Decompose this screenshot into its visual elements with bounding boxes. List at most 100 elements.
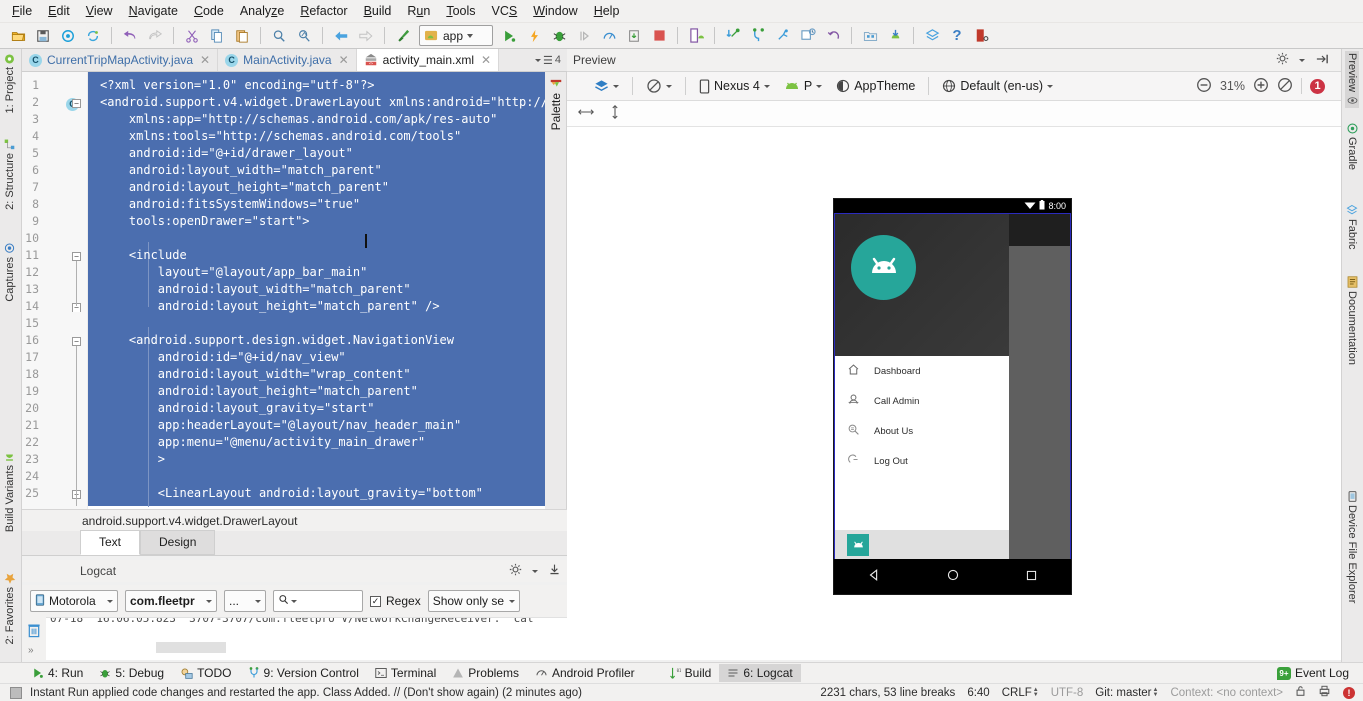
attach-debugger-icon[interactable] bbox=[622, 25, 646, 47]
tab-activity-main-xml[interactable]: <> activity_main.xml ✕ bbox=[356, 49, 500, 71]
tab-text[interactable]: Text bbox=[80, 530, 141, 555]
menu-help[interactable]: Help bbox=[586, 2, 628, 20]
refresh-icon[interactable] bbox=[81, 25, 105, 47]
width-constraint-icon[interactable] bbox=[577, 106, 595, 121]
close-icon[interactable]: ✕ bbox=[339, 53, 349, 67]
toolwindow-build[interactable]: 01 Build bbox=[661, 664, 720, 682]
step-icon[interactable] bbox=[572, 25, 596, 47]
avd-manager-icon[interactable] bbox=[684, 25, 708, 47]
sidebar-item-build-variants[interactable]: Build Variants bbox=[3, 449, 17, 534]
layers-icon[interactable] bbox=[920, 25, 944, 47]
vcs-update-icon[interactable] bbox=[721, 25, 745, 47]
fold-toggle-2[interactable]: − bbox=[72, 99, 81, 108]
sdk-manager-icon[interactable] bbox=[883, 25, 907, 47]
locale-selector[interactable]: Default (en-us) bbox=[937, 77, 1058, 95]
vcs-revert-icon[interactable] bbox=[821, 25, 845, 47]
fold-toggle-11[interactable]: − bbox=[72, 252, 81, 261]
preview-canvas[interactable]: 8:00 Dashboard Call Admin About Us Log O… bbox=[567, 127, 1341, 660]
sidebar-item-project[interactable]: 1: Project bbox=[3, 51, 17, 115]
logcat-hide-icon[interactable] bbox=[548, 563, 561, 579]
open-folder-icon[interactable] bbox=[6, 25, 30, 47]
back-icon[interactable] bbox=[329, 25, 353, 47]
sidebar-item-preview[interactable]: Preview bbox=[1345, 51, 1359, 109]
close-icon[interactable]: ✕ bbox=[481, 53, 491, 67]
caret-position[interactable]: 6:40 bbox=[967, 687, 989, 699]
toolwindow-version-control[interactable]: 9: Version Control bbox=[240, 664, 367, 682]
logcat-output[interactable]: 07-18 16:06:05.823 3707-3707/com.fleetpr… bbox=[46, 617, 567, 660]
tab-design[interactable]: Design bbox=[140, 530, 216, 555]
lock-icon[interactable] bbox=[1295, 685, 1306, 700]
tab-currenttripmapactivity[interactable]: C CurrentTripMapActivity.java ✕ bbox=[22, 49, 219, 71]
device-nav-bar[interactable] bbox=[834, 559, 1071, 594]
stop-icon[interactable] bbox=[647, 25, 671, 47]
sync-icon[interactable] bbox=[56, 25, 80, 47]
drawer-menu-item[interactable]: About Us bbox=[835, 416, 1009, 446]
help-icon[interactable]: ? bbox=[945, 25, 969, 47]
orientation-selector[interactable] bbox=[641, 76, 677, 96]
logcat-search-input[interactable] bbox=[273, 590, 363, 612]
menu-build[interactable]: Build bbox=[356, 2, 400, 20]
toolwindow-todo[interactable]: TODO bbox=[172, 664, 239, 682]
drawer-menu-item[interactable]: Log Out bbox=[835, 446, 1009, 476]
vcs-diff-icon[interactable] bbox=[796, 25, 820, 47]
apply-changes-icon[interactable] bbox=[522, 25, 546, 47]
clear-logcat-icon[interactable] bbox=[27, 623, 41, 641]
error-indicator-icon[interactable]: ! bbox=[1343, 686, 1355, 699]
event-log-button[interactable]: 9+ Event Log bbox=[1269, 664, 1357, 682]
chevron-down-icon[interactable] bbox=[467, 33, 474, 38]
device-selector[interactable]: Nexus 4 bbox=[694, 77, 775, 96]
menu-refactor[interactable]: Refactor bbox=[292, 2, 355, 20]
drawer-menu-list[interactable]: Dashboard Call Admin About Us Log Out bbox=[835, 356, 1009, 476]
toolwindow-problems[interactable]: Problems bbox=[444, 664, 527, 682]
api-level-selector[interactable]: P bbox=[779, 77, 827, 95]
module-selector[interactable]: app bbox=[419, 25, 493, 46]
regex-toggle[interactable]: ✓ Regex bbox=[370, 594, 421, 608]
logcat-settings-icon[interactable] bbox=[509, 563, 522, 579]
toolwindow-logcat[interactable]: 6: Logcat bbox=[719, 664, 801, 682]
menu-navigate[interactable]: Navigate bbox=[121, 2, 186, 20]
zoom-in-button[interactable] bbox=[1253, 77, 1269, 96]
preview-settings-icon[interactable] bbox=[1276, 52, 1289, 68]
filter-selector[interactable]: Show only se bbox=[427, 590, 520, 612]
find-icon[interactable] bbox=[267, 25, 291, 47]
sidebar-item-device-file-explorer[interactable]: Device File Explorer bbox=[1345, 489, 1359, 605]
debug-icon[interactable] bbox=[547, 25, 571, 47]
toolwindow-debug[interactable]: 5: Debug bbox=[91, 664, 172, 682]
chevron-down-icon[interactable] bbox=[532, 569, 538, 573]
menu-view[interactable]: View bbox=[78, 2, 121, 20]
regex-checkbox[interactable]: ✓ bbox=[370, 595, 381, 607]
tab-overflow-button[interactable]: ☰ 4 bbox=[535, 49, 567, 71]
profiler-gauge-icon[interactable] bbox=[597, 25, 621, 47]
forward-icon[interactable] bbox=[354, 25, 378, 47]
zoom-out-button[interactable] bbox=[1196, 77, 1212, 96]
toolwindow-run[interactable]: 4: Run bbox=[24, 664, 91, 682]
recents-square-icon[interactable] bbox=[1025, 569, 1038, 585]
render-error-badge[interactable]: 1 bbox=[1310, 78, 1325, 94]
editor-gutter[interactable]: 1 2 3 4 5 6 7 8 9 10 11 12 13 14 15 16 17 18 19 20 21 22 23 24 2… bbox=[22, 72, 88, 509]
toolwindow-terminal[interactable]: Terminal bbox=[367, 664, 444, 682]
build-hammer-icon[interactable] bbox=[391, 25, 415, 47]
tab-mainactivity[interactable]: C MainActivity.java ✕ bbox=[218, 49, 357, 71]
code-editor[interactable]: 1 2 3 4 5 6 7 8 9 10 11 12 13 14 15 16 17 18 19 20 21 22 23 24 2… bbox=[22, 72, 567, 509]
cut-icon[interactable] bbox=[180, 25, 204, 47]
zoom-fit-button[interactable] bbox=[1277, 77, 1293, 96]
sidebar-item-gradle[interactable]: Gradle bbox=[1345, 121, 1359, 172]
device-explorer-icon[interactable] bbox=[970, 25, 994, 47]
copy-icon[interactable] bbox=[205, 25, 229, 47]
undo-icon[interactable] bbox=[118, 25, 142, 47]
chevron-down-icon[interactable] bbox=[1299, 58, 1305, 62]
sidebar-item-fabric[interactable]: Fabric bbox=[1345, 202, 1359, 252]
run-icon[interactable] bbox=[497, 25, 521, 47]
project-structure-icon[interactable] bbox=[858, 25, 882, 47]
sidebar-item-structure[interactable]: 2: Structure bbox=[3, 137, 17, 212]
git-branch[interactable]: Git: master ▲ ▼ bbox=[1095, 687, 1158, 699]
sidebar-item-favorites[interactable]: 2: Favorites bbox=[3, 570, 17, 646]
context-indicator[interactable]: Context: <no context> bbox=[1170, 687, 1283, 699]
design-mode-selector[interactable] bbox=[589, 77, 624, 96]
status-indicator-box[interactable] bbox=[10, 686, 22, 699]
device-content[interactable]: Dashboard Call Admin About Us Log Out bbox=[834, 213, 1071, 561]
drawer-menu-item[interactable]: Call Admin bbox=[835, 386, 1009, 416]
device-preview[interactable]: 8:00 Dashboard Call Admin About Us Log O… bbox=[833, 198, 1072, 595]
expand-rail-icon[interactable]: » bbox=[28, 645, 34, 656]
save-all-icon[interactable] bbox=[31, 25, 55, 47]
